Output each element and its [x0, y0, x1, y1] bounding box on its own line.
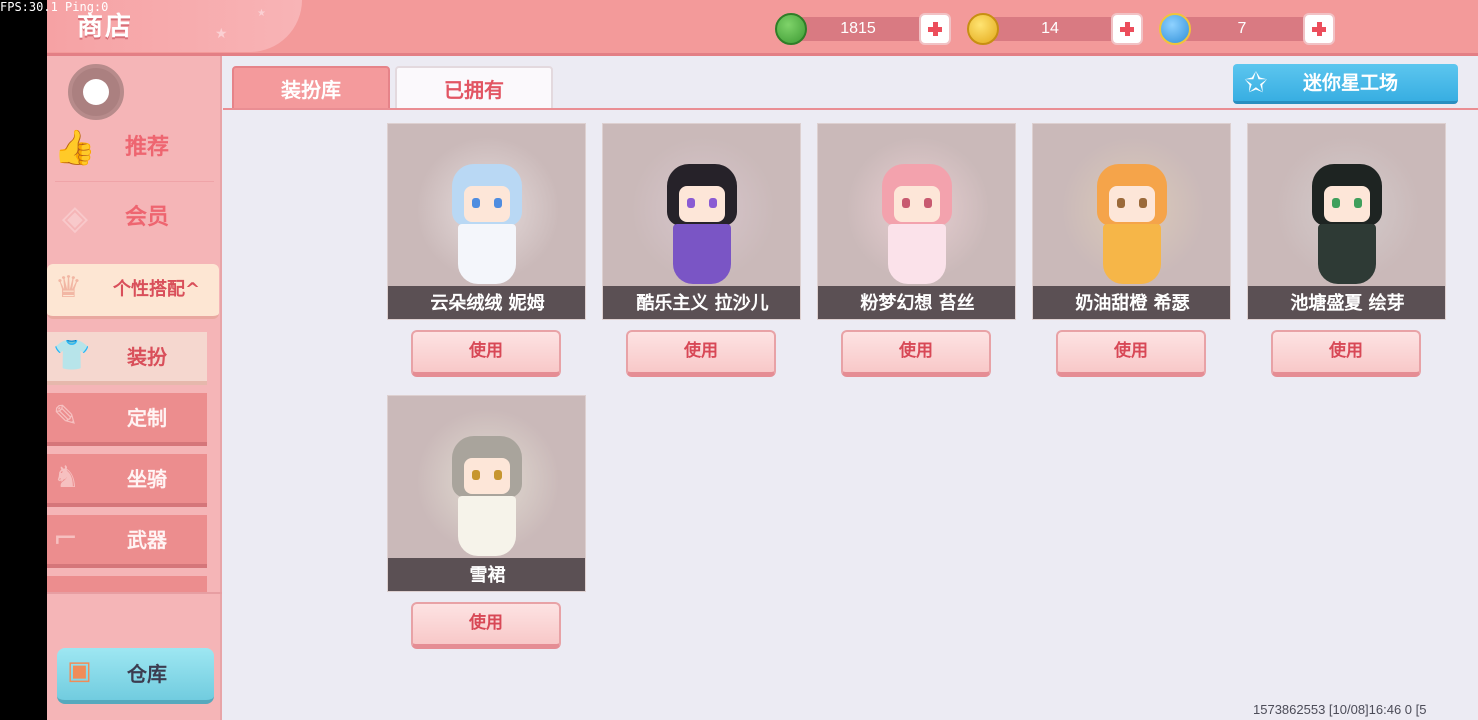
character-figure [661, 164, 743, 289]
skin-preview[interactable]: 池塘盛夏 绘芽 [1247, 123, 1446, 320]
mini-coin-icon [967, 13, 999, 45]
character-figure [1091, 164, 1173, 289]
sidebar-subitem-label: 坐骑 [127, 467, 167, 491]
shirt-icon: 👕 [53, 338, 91, 373]
currency-value: 7 [1237, 20, 1247, 37]
fps-overlay: FPS:30.1 Ping:0 [0, 0, 109, 14]
sidebar-subitem-outfit[interactable]: 👕 装扮 [47, 332, 207, 385]
star-decor-icon: ★ [257, 8, 266, 19]
tab-wardrobe[interactable]: 装扮库 [232, 66, 390, 110]
star-decor-icon: ★ [215, 26, 228, 42]
currency-value: 14 [1041, 20, 1059, 37]
gun-icon: ⌐ [53, 521, 79, 556]
avatar[interactable] [68, 64, 124, 120]
use-button[interactable]: 使用 [841, 330, 991, 377]
tab-owned[interactable]: 已拥有 [395, 66, 553, 110]
divider [55, 181, 214, 182]
skin-preview[interactable]: 酷乐主义 拉沙儿 [602, 123, 801, 320]
add-mini-coin-button[interactable] [1111, 13, 1143, 45]
use-button[interactable]: 使用 [411, 602, 561, 649]
chest-icon: ▣ [67, 656, 92, 686]
sidebar-subitem-label: 定制 [127, 406, 167, 430]
warehouse-label: 仓库 [127, 662, 167, 686]
thumbs-up-icon: 👍 [53, 128, 97, 168]
session-info: 1573862553 [10/08]16:46 0 [5 [1253, 702, 1427, 717]
currency-value: 1815 [840, 20, 876, 37]
vip-card-icon: ◈ [61, 198, 89, 238]
skin-preview[interactable]: 云朵绒绒 妮姆 [387, 123, 586, 320]
use-button[interactable]: 使用 [411, 330, 561, 377]
character-figure [446, 436, 528, 561]
mini-bean-icon [775, 13, 807, 45]
sidebar-subitem-partial[interactable] [47, 576, 207, 592]
tab-underline [223, 108, 1478, 110]
sidebar-group-style[interactable]: ♛ 个性搭配^ [47, 264, 219, 319]
use-button[interactable]: 使用 [626, 330, 776, 377]
character-figure [446, 164, 528, 289]
sidebar-item-label: 推荐 [125, 135, 170, 160]
skin-name: 奶油甜橙 希瑟 [1033, 286, 1230, 319]
sidebar-subitem-custom[interactable]: ✎ 定制 [47, 393, 207, 446]
sidebar-subitem-label: 装扮 [127, 345, 167, 369]
skin-preview[interactable]: 奶油甜橙 希瑟 [1032, 123, 1231, 320]
sidebar-subitem-weapon[interactable]: ⌐ 武器 [47, 515, 207, 568]
sidebar-item-recommend[interactable]: 👍 推荐 [47, 114, 222, 182]
top-bar: ★ ★ 商店 1815 14 7 [47, 0, 1478, 56]
workshop-label: 迷你星工场 [1303, 72, 1399, 94]
star-icon: ✩ [1244, 66, 1268, 99]
add-mini-point-button[interactable] [1303, 13, 1335, 45]
sidebar-item-vip[interactable]: ◈ 会员 [47, 184, 222, 252]
shop-window: ★ ★ 商店 1815 14 7 👍 推荐 ◈ 会员 ♛ 个性搭配^ 👕 装扮 … [47, 0, 1478, 720]
sidebar-item-label: 会员 [125, 205, 170, 230]
use-button[interactable]: 使用 [1271, 330, 1421, 377]
sidebar-subitem-mount[interactable]: ♞ 坐骑 [47, 454, 207, 507]
sidebar-subitem-label: 武器 [127, 528, 167, 552]
add-mini-bean-button[interactable] [919, 13, 951, 45]
skin-name: 粉梦幻想 苔丝 [818, 286, 1015, 319]
brush-icon: ✎ [53, 399, 79, 434]
skin-name: 云朵绒绒 妮姆 [388, 286, 585, 319]
skin-preview[interactable]: 粉梦幻想 苔丝 [817, 123, 1016, 320]
divider [47, 592, 222, 594]
mini-point-icon [1159, 13, 1191, 45]
mini-workshop-button[interactable]: ✩ 迷你星工场 [1233, 64, 1458, 104]
mount-icon: ♞ [53, 460, 80, 495]
character-figure [876, 164, 958, 289]
skin-name: 酷乐主义 拉沙儿 [603, 286, 800, 319]
character-figure [1306, 164, 1388, 289]
skin-preview[interactable]: 雪裙 [387, 395, 586, 592]
skin-name: 雪裙 [388, 558, 585, 591]
sidebar: 👍 推荐 ◈ 会员 ♛ 个性搭配^ 👕 装扮 ✎ 定制 ♞ 坐骑 ⌐ 武器 ▣ … [47, 56, 222, 720]
sidebar-group-label: 个性搭配^ [113, 279, 201, 300]
trophy-icon: ♛ [55, 270, 82, 305]
warehouse-button[interactable]: ▣ 仓库 [57, 648, 214, 704]
skin-name: 池塘盛夏 绘芽 [1248, 286, 1445, 319]
use-button[interactable]: 使用 [1056, 330, 1206, 377]
